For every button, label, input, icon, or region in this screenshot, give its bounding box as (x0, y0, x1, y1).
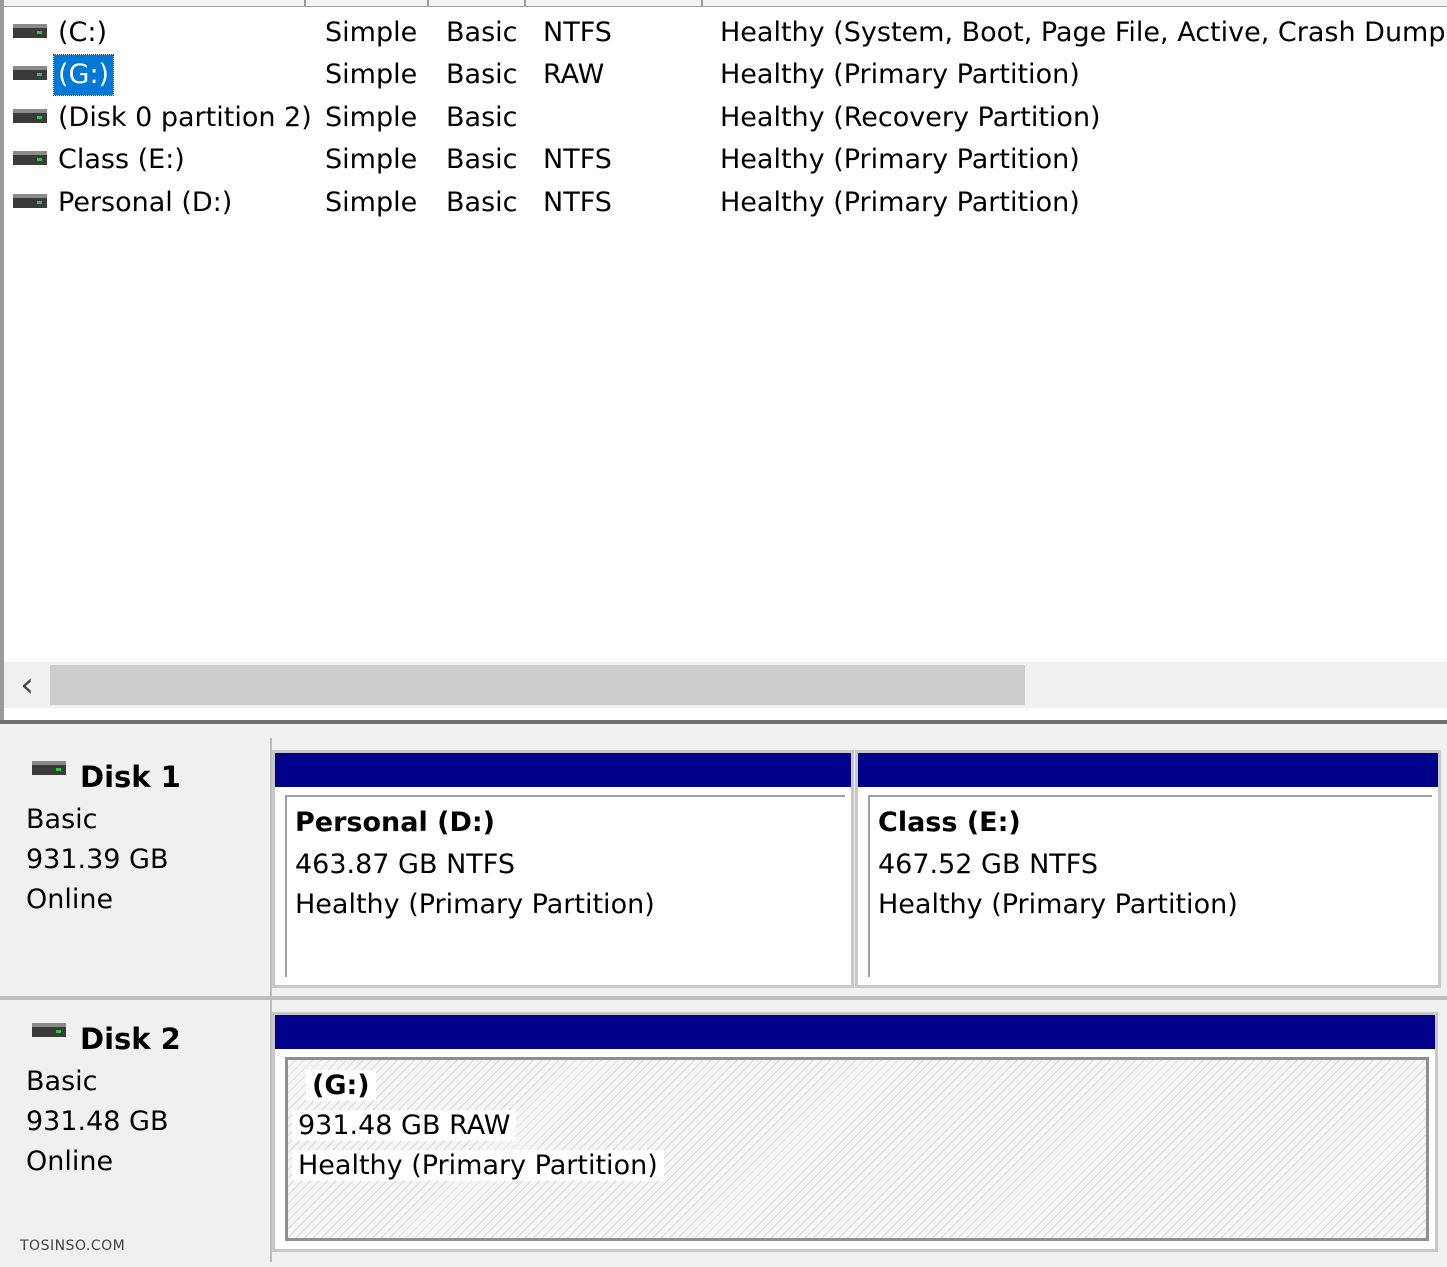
volume-type: Basic (446, 17, 518, 48)
disk-state: Online (26, 1146, 114, 1177)
volume-name: Personal (D:) (58, 187, 233, 218)
volume-row[interactable]: Class (E:) Simple Basic NTFS Healthy (Pr… (4, 139, 1447, 181)
volume-type: Basic (446, 187, 518, 218)
disk-type: Basic (26, 1066, 98, 1097)
partition-size-fs: 467.52 GB NTFS (878, 849, 1098, 880)
partition-bar (858, 753, 1438, 787)
volume-type: Basic (446, 144, 518, 175)
horizontal-scrollbar[interactable]: ‹ (4, 662, 1447, 708)
volume-status: Healthy (System, Boot, Page File, Active… (720, 17, 1447, 48)
disk-1-panel: Disk 1 Basic 931.39 GB Online Personal (… (0, 738, 1447, 996)
column-separator[interactable] (524, 0, 526, 6)
disk-2-panel: Disk 2 Basic 931.48 GB Online (G:) 931.4… (0, 1000, 1447, 1262)
volume-filesystem: NTFS (543, 187, 612, 218)
volume-name: (C:) (58, 17, 108, 48)
volume-layout: Simple (325, 59, 418, 90)
disk-2-label[interactable]: Disk 2 Basic 931.48 GB Online (4, 1000, 272, 1262)
disk-icon (32, 1022, 66, 1038)
volume-status: Healthy (Primary Partition) (720, 187, 1080, 218)
volume-row[interactable]: Personal (D:) Simple Basic NTFS Healthy … (4, 182, 1447, 224)
disk-size: 931.48 GB (26, 1106, 169, 1137)
volume-list-pane: (C:) Simple Basic NTFS Healthy (System, … (0, 0, 1447, 722)
volume-type: Basic (446, 102, 518, 133)
partition-bar (275, 753, 851, 787)
partition-body: Personal (D:) 463.87 GB NTFS Healthy (Pr… (285, 795, 845, 977)
pane-splitter[interactable] (0, 720, 1447, 724)
drive-icon (13, 193, 47, 209)
partition-name: (G:) (306, 1070, 376, 1101)
volume-filesystem: NTFS (543, 144, 612, 175)
volume-type: Basic (446, 59, 518, 90)
partition-class-e[interactable]: Class (E:) 467.52 GB NTFS Healthy (Prima… (855, 750, 1441, 988)
disk-size: 931.39 GB (26, 844, 169, 875)
volume-layout: Simple (325, 102, 418, 133)
partition-size-fs: 463.87 GB NTFS (295, 849, 515, 880)
column-separator[interactable] (701, 0, 703, 6)
disk-name: Disk 1 (80, 760, 181, 794)
partition-personal-d[interactable]: Personal (D:) 463.87 GB NTFS Healthy (Pr… (272, 750, 854, 988)
drive-icon (13, 108, 47, 124)
volume-status: Healthy (Primary Partition) (720, 144, 1080, 175)
volume-row[interactable]: (Disk 0 partition 2) Simple Basic Health… (4, 97, 1447, 139)
scrollbar-thumb[interactable] (50, 665, 1025, 705)
drive-icon (13, 23, 47, 39)
volume-status: Healthy (Recovery Partition) (720, 102, 1101, 133)
partition-size-fs: 931.48 GB RAW (292, 1110, 517, 1141)
column-headers (4, 0, 1447, 7)
drive-icon (13, 65, 47, 81)
volume-layout: Simple (325, 144, 418, 175)
partition-status: Healthy (Primary Partition) (878, 889, 1238, 920)
volume-filesystem: RAW (543, 59, 605, 90)
volume-name: (Disk 0 partition 2) (58, 102, 312, 133)
drive-icon (13, 150, 47, 166)
partition-name: Personal (D:) (295, 807, 496, 838)
volume-name-selected: (G:) (52, 54, 115, 96)
volume-status: Healthy (Primary Partition) (720, 59, 1080, 90)
partition-bar (275, 1015, 1435, 1049)
partition-body-raw: (G:) 931.48 GB RAW Healthy (Primary Part… (285, 1057, 1429, 1241)
volume-filesystem: NTFS (543, 17, 612, 48)
column-separator[interactable] (304, 0, 306, 6)
disk-type: Basic (26, 804, 98, 835)
partition-status: Healthy (Primary Partition) (292, 1150, 664, 1181)
partition-name: Class (E:) (878, 807, 1021, 838)
disk-icon (32, 760, 66, 776)
partition-status: Healthy (Primary Partition) (295, 889, 655, 920)
volume-layout: Simple (325, 17, 418, 48)
partition-body: Class (E:) 467.52 GB NTFS Healthy (Prima… (868, 795, 1432, 977)
disk-1-label[interactable]: Disk 1 Basic 931.39 GB Online (4, 738, 272, 996)
partition-g[interactable]: (G:) 931.48 GB RAW Healthy (Primary Part… (272, 1012, 1438, 1252)
disk-state: Online (26, 884, 114, 915)
volume-row[interactable]: (G:) Simple Basic RAW Healthy (Primary P… (4, 54, 1447, 96)
watermark: TOSINSO.COM (20, 1238, 126, 1254)
disk-name: Disk 2 (80, 1022, 181, 1056)
scroll-left-icon[interactable]: ‹ (12, 666, 42, 704)
volume-name: Class (E:) (58, 144, 185, 175)
volume-layout: Simple (325, 187, 418, 218)
volume-row[interactable]: (C:) Simple Basic NTFS Healthy (System, … (4, 12, 1447, 54)
column-separator[interactable] (427, 0, 429, 6)
